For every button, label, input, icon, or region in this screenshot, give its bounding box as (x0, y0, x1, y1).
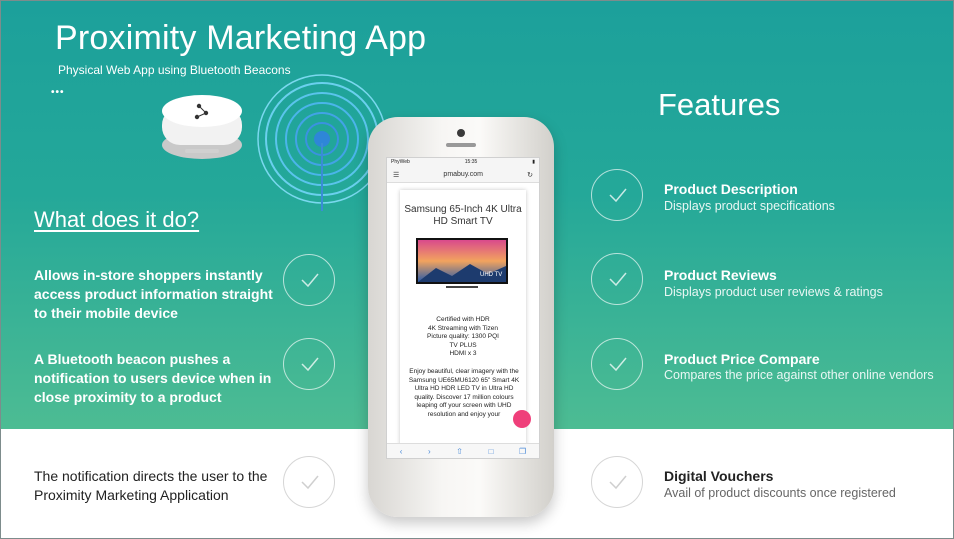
check-icon (283, 456, 335, 508)
browser-url-bar[interactable]: ☰ pmabuy.com ↻ (387, 167, 539, 183)
back-icon[interactable]: ‹ (400, 447, 403, 456)
forward-icon[interactable]: › (428, 447, 431, 456)
slide: Proximity Marketing App Physical Web App… (0, 0, 954, 539)
spec-line: Picture quality: 1300 PQI (427, 333, 499, 340)
description-item-1: Allows in-store shoppers instantly acces… (34, 267, 273, 321)
check-icon (283, 254, 335, 306)
battery-icon: ▮ (532, 159, 535, 165)
feature-desc-4: Avail of product discounts once register… (664, 486, 896, 500)
page-title: Proximity Marketing App (55, 19, 427, 57)
description-item-3: The notification directs the user to the… (34, 468, 268, 503)
check-icon (591, 169, 643, 221)
check-icon (591, 253, 643, 305)
description-item-2: A Bluetooth beacon pushes a notification… (34, 351, 272, 405)
spec-line: HDMI x 3 (449, 350, 477, 357)
check-icon (283, 338, 335, 390)
camera-icon (457, 129, 465, 137)
feature-title-1: Product Description (664, 181, 798, 197)
product-title: Samsung 65-Inch 4K Ultra HD Smart TV (404, 204, 522, 227)
dots-icon: ••• (51, 87, 65, 98)
feature-title-3: Product Price Compare (664, 351, 820, 367)
spec-line: Certified with HDR (436, 316, 490, 323)
clock-label: 15:35 (464, 159, 478, 165)
beacon-device-icon (162, 95, 242, 159)
feature-desc-3: Compares the price against other online … (664, 368, 934, 382)
carrier-label: PhyWeb (391, 159, 410, 165)
check-icon (591, 338, 643, 390)
tv-badge: UHD TV (480, 272, 502, 278)
speaker-grille (446, 143, 476, 147)
reload-icon[interactable]: ↻ (527, 171, 533, 179)
product-description: Enjoy beautiful, clear imagery with the … (408, 368, 520, 418)
features-heading: Features (658, 87, 781, 122)
phone-screen: PhyWeb 15:35 ▮ ☰ pmabuy.com ↻ Samsung 65… (386, 157, 540, 459)
browser-toolbar: ‹ › ⇧ □ ❐ (387, 443, 539, 458)
spec-line: TV PLUS (449, 341, 477, 349)
feature-title-4: Digital Vouchers (664, 468, 774, 484)
product-specs: Certified with HDR 4K Streaming with Tiz… (404, 316, 522, 359)
bookmarks-icon[interactable]: □ (489, 447, 494, 456)
tabs-icon[interactable]: ❐ (519, 447, 526, 456)
what-does-it-do-heading: What does it do? (34, 207, 200, 232)
spec-line: 4K Streaming with Tizen (427, 324, 499, 332)
phone-mockup: PhyWeb 15:35 ▮ ☰ pmabuy.com ↻ Samsung 65… (368, 117, 554, 517)
feature-desc-1: Displays product specifications (664, 199, 835, 213)
feature-desc-2: Displays product user reviews & ratings (664, 285, 883, 299)
url-text[interactable]: pmabuy.com (443, 171, 483, 178)
cart-button[interactable] (513, 410, 531, 428)
menu-icon[interactable]: ☰ (393, 171, 399, 179)
share-icon[interactable]: ⇧ (456, 447, 463, 456)
tv-image: UHD TV (416, 238, 508, 288)
check-icon (591, 456, 643, 508)
status-bar: PhyWeb 15:35 ▮ (387, 158, 539, 167)
product-card: Samsung 65-Inch 4K Ultra HD Smart TV UHD… (400, 190, 526, 450)
feature-title-2: Product Reviews (664, 267, 777, 283)
